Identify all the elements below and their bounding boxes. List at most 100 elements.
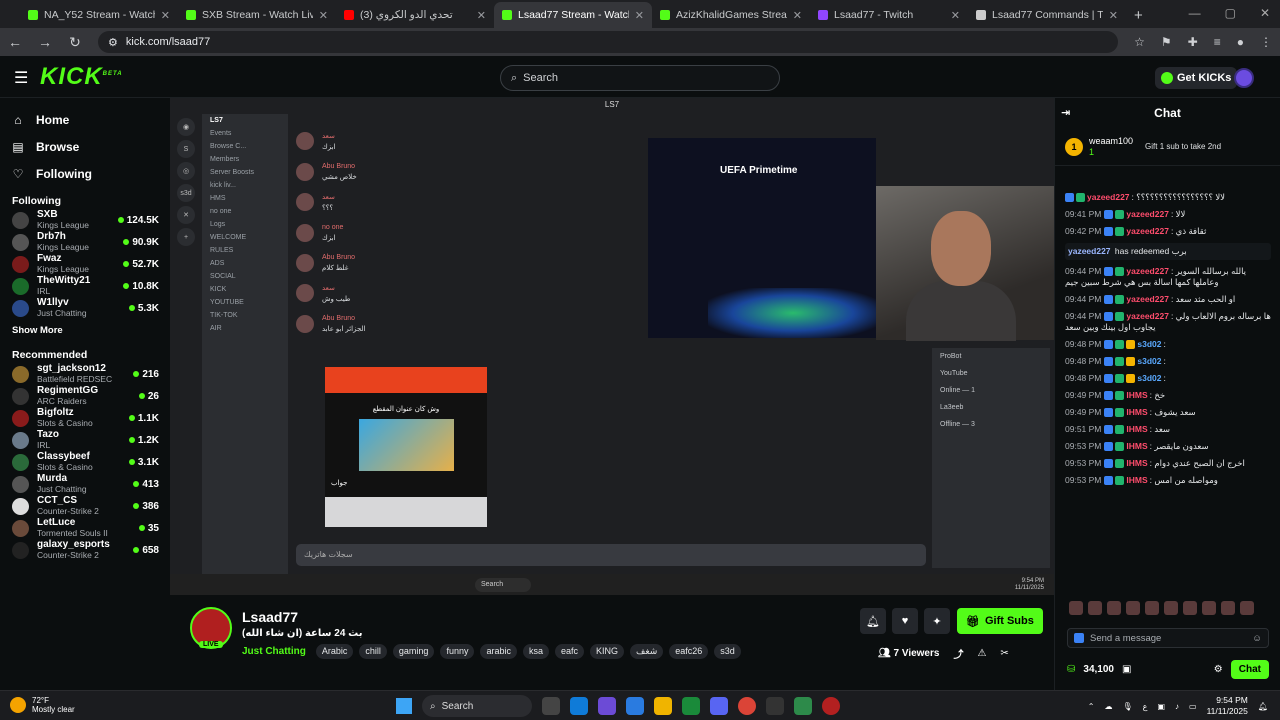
get-kicks-button[interactable]: Get KICKs [1155, 67, 1238, 89]
sidebar-nav-browse[interactable]: ▤ Browse [0, 133, 170, 160]
task-view-icon[interactable] [542, 697, 560, 715]
user-avatar[interactable] [1234, 68, 1254, 88]
close-tab-icon[interactable]: ✕ [951, 9, 960, 22]
sidebar-channel[interactable]: sgt_jackson12 Battlefield REDSEC 216 [0, 363, 170, 385]
close-tab-icon[interactable]: ✕ [793, 9, 802, 22]
sidebar-nav-following[interactable]: ♡ Following [0, 160, 170, 187]
browser-tab[interactable]: NA_Y52 Stream - Watch Live on ✕ [20, 2, 178, 28]
emoji-icon[interactable]: ☺ [1252, 633, 1262, 644]
browser-tab[interactable]: Lsaad77 - Twitch ✕ [810, 2, 968, 28]
video-player[interactable]: LS7 ◉ S ◎ s3d ✕ + LS7 Events Browse C... Me… [170, 98, 1054, 595]
forward-icon[interactable]: → [38, 34, 52, 50]
chat-username[interactable]: yazeed227 [1126, 311, 1169, 321]
sidebar-channel[interactable]: TheWitty21 IRL 10.8K [0, 275, 170, 297]
chat-username[interactable]: yazeed227 [1068, 246, 1111, 256]
new-tab-icon[interactable]: + [1134, 2, 1143, 28]
browser-tab[interactable]: AzizKhalidGames Stream - Wat ✕ [652, 2, 810, 28]
browser-tab[interactable]: SXB Stream - Watch Live on Kic ✕ [178, 2, 336, 28]
taskbar-search[interactable]: ⌕ Search [422, 695, 532, 717]
stream-tag[interactable]: eafc26 [669, 644, 709, 659]
more-actions-button[interactable]: ✦ [924, 608, 950, 634]
notifications-icon[interactable]: 🔔︎ [1258, 702, 1268, 711]
site-info-icon[interactable]: ⚙ [108, 36, 118, 49]
browser-tab[interactable]: Lsaad77 Commands | The best ✕ [968, 2, 1126, 28]
stream-tag[interactable]: funny [440, 644, 475, 659]
chat-username[interactable]: yazeed227 [1126, 209, 1169, 219]
chat-message-input[interactable]: Send a message ☺ [1067, 628, 1269, 648]
windows-start-icon[interactable] [396, 698, 412, 714]
store-icon[interactable]: ▣ [1122, 664, 1131, 675]
sidebar-channel[interactable]: Fwaz Kings League 52.7K [0, 253, 170, 275]
tray-overflow-icon[interactable]: ⌃ [1088, 702, 1095, 711]
gift-prompt[interactable]: Gift 1 sub to take 2nd [1145, 142, 1221, 151]
sidebar-channel[interactable]: galaxy_esports Counter-Strike 2 658 [0, 539, 170, 561]
notification-bell-button[interactable]: 🔔︎ [860, 608, 886, 634]
language-indicator[interactable]: ع [1143, 702, 1148, 711]
chat-username[interactable]: s3d02 [1137, 356, 1161, 366]
mic-icon[interactable]: 🎙︎ [1123, 702, 1133, 711]
chat-username[interactable]: s3d02 [1137, 339, 1161, 349]
volume-icon[interactable]: ♪ [1175, 702, 1179, 711]
streamer-name[interactable]: Lsaad77 [242, 609, 298, 625]
puzzle-icon[interactable]: ✚ [1188, 35, 1198, 49]
copilot-icon[interactable] [598, 697, 616, 715]
sidebar-channel[interactable]: Bigfoltz Slots & Casino 1.1K [0, 407, 170, 429]
chat-username[interactable]: IHMS [1126, 407, 1147, 417]
stream-tag[interactable]: gaming [392, 644, 435, 659]
emote[interactable] [1145, 601, 1159, 615]
chat-username[interactable]: IHMS [1126, 390, 1147, 400]
maximize-icon[interactable]: ▢ [1225, 6, 1236, 20]
emote[interactable] [1164, 601, 1178, 615]
emote[interactable] [1069, 601, 1083, 615]
emote[interactable] [1088, 601, 1102, 615]
close-tab-icon[interactable]: ✕ [161, 9, 170, 22]
emote[interactable] [1240, 601, 1254, 615]
chat-username[interactable]: yazeed227 [1126, 226, 1169, 236]
reload-icon[interactable]: ↻ [68, 34, 82, 51]
battery-icon[interactable]: ▭ [1189, 702, 1197, 711]
hamburger-menu-icon[interactable]: ☰ [14, 68, 28, 88]
network-icon[interactable]: ▣ [1157, 702, 1165, 711]
downloads-icon[interactable]: ≡ [1214, 35, 1221, 49]
menu-icon[interactable]: ⋮ [1260, 35, 1272, 49]
bookmark-star-icon[interactable]: ☆ [1134, 35, 1145, 49]
browser-tab[interactable]: Lsaad77 Stream - Watch Live o ✕ [494, 2, 652, 28]
clip-icon[interactable]: ✂ [1000, 648, 1008, 659]
stream-tag[interactable]: eafc [555, 644, 585, 659]
file-explorer-icon[interactable] [654, 697, 672, 715]
minimize-icon[interactable]: — [1189, 6, 1201, 20]
weather-widget[interactable]: 72°F Mostly clear [10, 696, 75, 714]
app-icon[interactable] [822, 697, 840, 715]
app-icon[interactable] [794, 697, 812, 715]
kick-logo[interactable]: KICKBETA [40, 63, 123, 91]
sidebar-channel[interactable]: CCT_CS Counter-Strike 2 386 [0, 495, 170, 517]
emote[interactable] [1183, 601, 1197, 615]
stream-category-link[interactable]: Just Chatting [242, 646, 306, 657]
stream-tag[interactable]: شغف [630, 644, 664, 659]
sidebar-channel[interactable]: W1llyv Just Chatting 5.3K [0, 297, 170, 319]
stream-tag[interactable]: s3d [714, 644, 741, 659]
close-tab-icon[interactable]: ✕ [1109, 9, 1118, 22]
profile-icon[interactable]: ● [1237, 35, 1244, 49]
collapse-chat-icon[interactable]: ⇥ [1061, 106, 1070, 119]
emote[interactable] [1221, 601, 1235, 615]
chat-settings-icon[interactable]: ⚙ [1214, 664, 1223, 675]
emote[interactable] [1202, 601, 1216, 615]
discord-icon[interactable] [710, 697, 728, 715]
chat-send-button[interactable]: Chat [1230, 659, 1269, 679]
browser-tab[interactable]: (3) تحدي الدو الكروي ✕ [336, 2, 494, 28]
sidebar-channel[interactable]: SXB Kings League 124.5K [0, 209, 170, 231]
sidebar-channel[interactable]: Murda Just Chatting 413 [0, 473, 170, 495]
stream-tag[interactable]: KING [590, 644, 625, 659]
follow-heart-button[interactable]: ♥ [892, 608, 918, 634]
chat-username[interactable]: IHMS [1126, 458, 1147, 468]
sidebar-channel[interactable]: LetLuce Tormented Souls II 35 [0, 517, 170, 539]
chat-username[interactable]: IHMS [1126, 441, 1147, 451]
report-icon[interactable]: ⚠ [977, 648, 986, 659]
edge-icon[interactable] [570, 697, 588, 715]
gift-subs-button[interactable]: 🎁︎ Gift Subs [957, 608, 1043, 634]
chat-username[interactable]: IHMS [1126, 424, 1147, 434]
stream-tag[interactable]: Arabic [315, 644, 354, 659]
close-tab-icon[interactable]: ✕ [477, 9, 486, 22]
chat-username[interactable]: yazeed227 [1126, 294, 1169, 304]
